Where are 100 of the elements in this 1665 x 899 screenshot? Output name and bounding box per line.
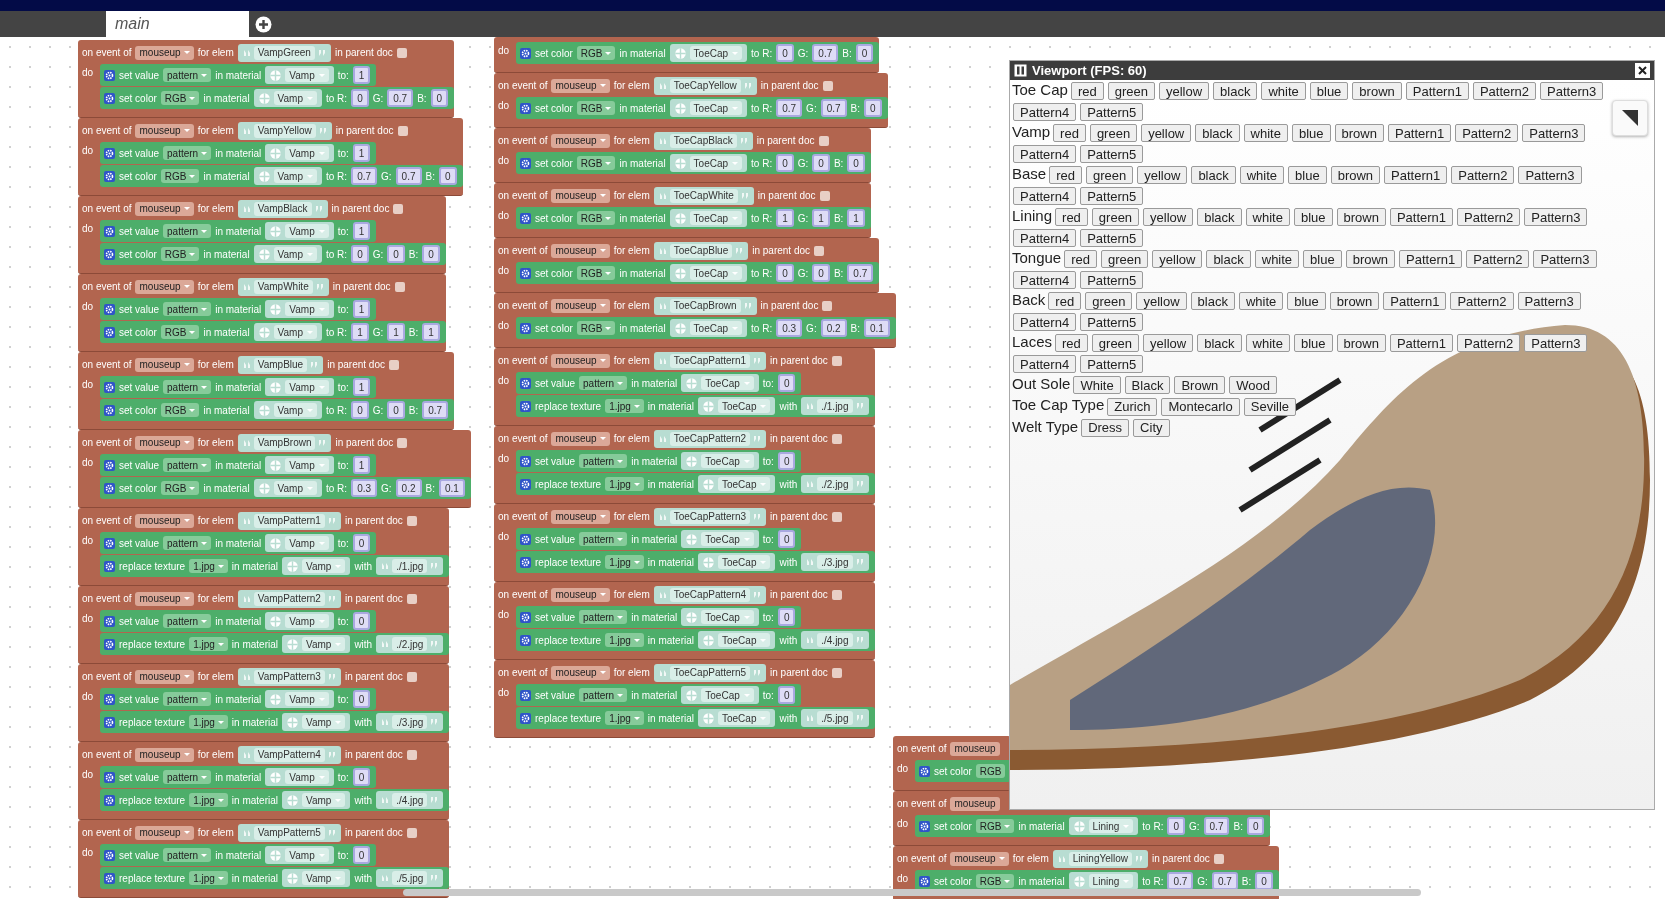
material-field[interactable]: Vamp	[265, 144, 334, 162]
text-field[interactable]: ./5.jpg	[376, 869, 444, 887]
event-block[interactable]: on event of mouseup for elem VampBlue in parent doc do set value pattern in material Vamp to: 1 set color RGB in material Vamp to R: 0 G: 0 B: 0.7	[78, 352, 455, 430]
scrollbar[interactable]	[403, 889, 1421, 896]
option-button[interactable]: Brown	[1174, 376, 1226, 395]
option-button[interactable]: black	[1191, 166, 1236, 185]
number-field[interactable]: 0.3	[776, 319, 803, 337]
number-field[interactable]: 0	[776, 264, 794, 282]
action-block[interactable]: set color RGB in material Vamp to R: 0.3 G: 0.2 B: 0.1	[100, 477, 471, 499]
gear-icon[interactable]	[104, 771, 115, 783]
number-field[interactable]: 0.7	[776, 99, 803, 117]
dropdown[interactable]: pattern	[579, 454, 628, 468]
gear-icon[interactable]	[520, 533, 531, 545]
option-button[interactable]: Pattern1	[1405, 82, 1469, 101]
gear-icon[interactable]	[520, 377, 531, 389]
option-button[interactable]: brown	[1352, 82, 1402, 101]
option-button[interactable]: brown	[1345, 250, 1396, 269]
material-field[interactable]: Vamp	[265, 690, 334, 708]
dropdown[interactable]: RGB	[160, 169, 200, 183]
dropdown[interactable]: RGB	[975, 819, 1015, 833]
number-field[interactable]: 0	[1167, 817, 1185, 835]
material-field[interactable]: Lining	[1068, 872, 1139, 890]
option-button[interactable]: white	[1261, 82, 1306, 101]
dropdown[interactable]: mouseup	[135, 279, 194, 294]
option-button[interactable]: City	[1133, 418, 1170, 437]
tab[interactable]: main	[106, 11, 249, 37]
number-field[interactable]: 0.7	[820, 99, 847, 117]
gear-icon[interactable]	[520, 157, 531, 169]
gear-icon[interactable]	[104, 716, 115, 728]
dropdown[interactable]: mouseup	[135, 669, 194, 684]
action-block[interactable]: replace texture 1.jpg in material ToeCap with ./3.jpg	[516, 551, 875, 573]
dropdown[interactable]: 1.jpg	[605, 633, 644, 647]
checkbox[interactable]	[831, 511, 842, 522]
gear-icon[interactable]	[520, 712, 531, 724]
option-button[interactable]: Pattern4	[1013, 145, 1077, 164]
dropdown[interactable]: pattern	[163, 692, 212, 706]
event-block[interactable]: on event of mouseup for elem ToeCapBlack in parent doc do set color RGB in material ToeCap to R: 0 G: 0 B: 0	[494, 128, 871, 183]
gear-icon[interactable]	[520, 455, 531, 467]
event-block[interactable]: on event of mouseup for elem VampGreen in parent doc do set value pattern in material Vamp to: 1 set color RGB in material Vamp to R: 0 G: 0.7 B: 0	[78, 40, 455, 118]
option-button[interactable]: white	[1239, 166, 1285, 185]
gear-icon[interactable]	[104, 482, 115, 494]
dropdown[interactable]: mouseup	[551, 665, 610, 680]
option-button[interactable]: Pattern4	[1013, 229, 1077, 248]
option-button[interactable]: black	[1213, 82, 1258, 101]
text-field[interactable]: ToeCapBlack	[653, 131, 753, 150]
checkbox[interactable]	[397, 125, 408, 136]
option-button[interactable]: Pattern1	[1383, 292, 1447, 311]
action-block[interactable]: set value pattern in material Vamp to: 0	[100, 766, 377, 788]
option-button[interactable]: Pattern5	[1080, 103, 1144, 122]
dropdown[interactable]: 1.jpg	[189, 715, 228, 729]
material-field[interactable]: Vamp	[265, 378, 334, 396]
text-field[interactable]: ./2.jpg	[376, 635, 444, 653]
text-field[interactable]: ./5.jpg	[801, 709, 869, 727]
text-field[interactable]: VampPattern1	[237, 511, 341, 530]
option-button[interactable]: red	[1048, 292, 1082, 311]
event-block[interactable]: on event of mouseup for elem VampPattern3 in parent doc do set value pattern in material Vamp to: 0 replace texture 1.jpg in material Vamp with ./3.jpg	[78, 664, 450, 742]
number-field[interactable]: 0.1	[438, 479, 465, 497]
option-button[interactable]: black	[1195, 124, 1240, 143]
option-button[interactable]: Montecarlo	[1161, 397, 1240, 416]
dropdown[interactable]: 1.jpg	[605, 711, 644, 725]
option-button[interactable]: white	[1254, 250, 1300, 269]
text-field[interactable]: ToeCapWhite	[653, 186, 754, 205]
number-field[interactable]: 0.7	[1211, 872, 1238, 890]
option-button[interactable]: white	[1245, 334, 1290, 353]
action-block[interactable]: set color RGB in material Vamp to R: 1 G: 1 B: 1	[100, 321, 446, 343]
checkbox[interactable]	[389, 359, 399, 370]
material-field[interactable]: ToeCap	[698, 631, 776, 649]
corner-button[interactable]	[1612, 100, 1648, 136]
gear-icon[interactable]	[104, 849, 115, 861]
text-field[interactable]: VampYellow	[237, 121, 332, 140]
action-block[interactable]: replace texture 1.jpg in material ToeCap with ./2.jpg	[516, 473, 875, 495]
gear-icon[interactable]	[520, 689, 531, 701]
material-field[interactable]: Vamp	[282, 869, 351, 887]
text-field[interactable]: VampBlack	[237, 199, 328, 218]
option-button[interactable]: yellow	[1143, 208, 1194, 227]
dropdown[interactable]: pattern	[579, 532, 628, 546]
option-button[interactable]: Pattern5	[1080, 313, 1144, 332]
material-field[interactable]: ToeCap	[698, 553, 776, 571]
number-field[interactable]: 0	[777, 452, 796, 470]
event-block[interactable]: on event of mouseup for elem ToeCapBlue in parent doc do set color RGB in material ToeCap to R: 0 G: 0 B: 0.7	[494, 238, 880, 293]
gear-icon[interactable]	[919, 820, 930, 832]
dropdown[interactable]: RGB	[576, 211, 616, 225]
number-field[interactable]: 0.3	[351, 479, 378, 497]
number-field[interactable]: 0	[812, 264, 830, 282]
option-button[interactable]: red	[1055, 208, 1088, 227]
event-block[interactable]: on event of mouseup for elem ToeCapPattern5 in parent doc do set value pattern in material ToeCap to: 0 replace texture 1.jpg in material ToeCap with ./5.jpg	[494, 660, 875, 738]
event-block[interactable]: on event of mouseup for elem ToeCapWhite in parent doc do set color RGB in material ToeCap to R: 1 G: 1 B: 1	[494, 183, 871, 238]
option-button[interactable]: white	[1238, 292, 1284, 311]
material-field[interactable]: ToeCap	[681, 530, 759, 548]
event-block[interactable]: on event of mouseup do set color RGB	[893, 736, 1012, 791]
event-block[interactable]: on event of mouseup for elem VampPattern2 in parent doc do set value pattern in material Vamp to: 0 replace texture 1.jpg in material Vamp with ./2.jpg	[78, 586, 450, 664]
number-field[interactable]: 0	[387, 245, 405, 263]
option-button[interactable]: Pattern2	[1451, 166, 1515, 185]
number-field[interactable]: 0	[351, 89, 369, 107]
event-block[interactable]: on event of mouseup for elem ToeCapBrown in parent doc do set color RGB in material ToeCap to R: 0.3 G: 0.2 B: 0.1	[494, 293, 896, 348]
material-field[interactable]: Vamp	[253, 89, 322, 107]
option-button[interactable]: Pattern3	[1524, 208, 1588, 227]
action-block[interactable]: replace texture 1.jpg in material ToeCap with ./5.jpg	[516, 707, 875, 729]
number-field[interactable]: 0	[351, 401, 369, 419]
dropdown[interactable]: RGB	[576, 46, 616, 60]
